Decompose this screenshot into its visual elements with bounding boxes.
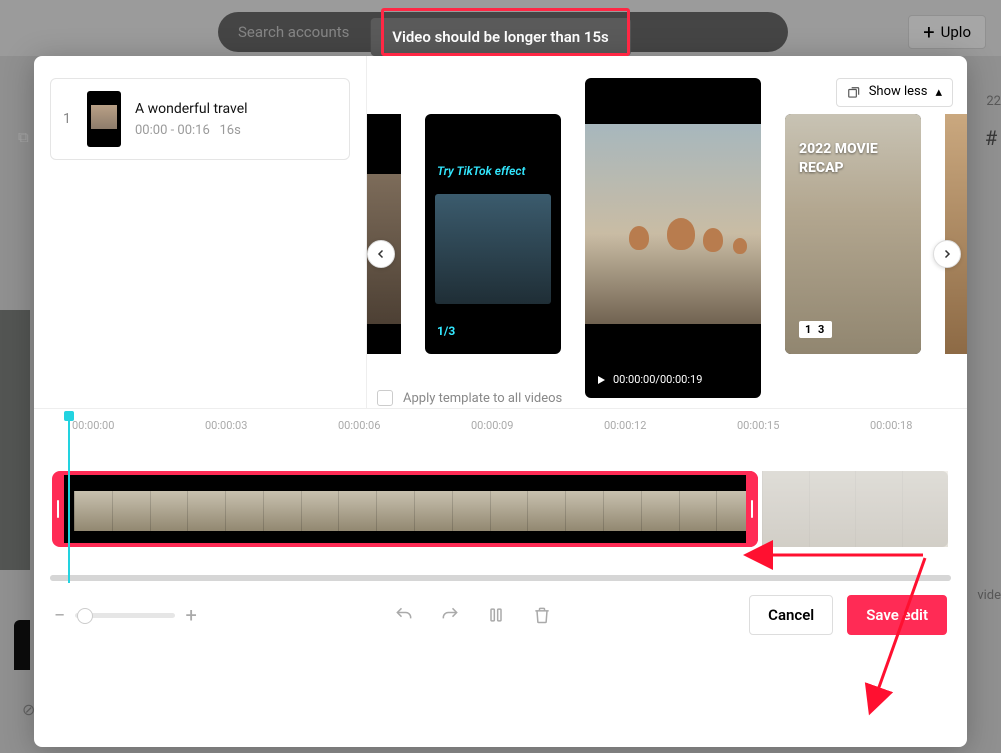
undo-icon[interactable] bbox=[394, 605, 414, 625]
clip-index: 1 bbox=[63, 111, 73, 127]
template-partial-right[interactable] bbox=[945, 114, 967, 354]
split-icon[interactable] bbox=[486, 605, 506, 625]
redo-icon[interactable] bbox=[440, 605, 460, 625]
template-preview: Show less ▴ Try TikTok effect 1/3 bbox=[367, 56, 967, 408]
show-less-label: Show less bbox=[869, 85, 928, 99]
preview-timebar: 00:00:00/00:00:19 bbox=[595, 373, 702, 386]
clip-title: A wonderful travel bbox=[135, 101, 248, 117]
clip-ghost-tail bbox=[762, 471, 948, 547]
template-selected-preview[interactable]: 00:00:00/00:00:19 bbox=[585, 78, 761, 398]
split-editor-modal: 1 A wonderful travel 00:00 - 00:16 16s S… bbox=[34, 56, 967, 747]
trim-handle-right[interactable] bbox=[746, 471, 758, 547]
clip-thumbnail bbox=[87, 91, 121, 147]
template-c-title: 2022 MOVIE RECAP bbox=[799, 140, 911, 178]
apply-template-row[interactable]: Apply template to all videos bbox=[377, 390, 562, 406]
template-a-heading: Try TikTok effect bbox=[437, 164, 525, 178]
time-ruler[interactable]: 00:00:00 00:00:03 00:00:06 00:00:09 00:00:12… bbox=[50, 419, 951, 441]
template-movie-recap[interactable]: 2022 MOVIE RECAP 1 3 bbox=[785, 114, 921, 354]
clip-sidebar: 1 A wonderful travel 00:00 - 00:16 16s bbox=[34, 56, 367, 408]
apply-template-label: Apply template to all videos bbox=[403, 391, 562, 406]
clip-card[interactable]: 1 A wonderful travel 00:00 - 00:16 16s bbox=[50, 78, 350, 160]
play-icon bbox=[595, 374, 607, 386]
trash-icon[interactable] bbox=[532, 605, 552, 625]
ruler-tick: 00:00:12 bbox=[604, 419, 646, 432]
template-a-counter: 1/3 bbox=[437, 324, 455, 338]
ruler-tick: 00:00:18 bbox=[870, 419, 912, 432]
apply-template-checkbox[interactable] bbox=[377, 390, 393, 406]
show-less-toggle[interactable]: Show less ▴ bbox=[836, 78, 953, 107]
templates-next-button[interactable] bbox=[933, 240, 961, 268]
zoom-in-button[interactable]: + bbox=[185, 605, 196, 625]
template-tiktok-effect[interactable]: Try TikTok effect 1/3 bbox=[425, 114, 561, 354]
timeline-scrollbar[interactable] bbox=[50, 575, 951, 581]
caret-up-icon: ▴ bbox=[935, 85, 942, 100]
template-a-art bbox=[435, 194, 551, 304]
toast-warning: Video should be longer than 15s bbox=[370, 18, 631, 56]
playhead[interactable] bbox=[68, 413, 70, 583]
chevron-right-icon bbox=[941, 248, 953, 260]
clip-frames bbox=[74, 491, 754, 531]
save-edit-button[interactable]: Save edit bbox=[847, 595, 947, 635]
ruler-tick: 00:00:03 bbox=[205, 419, 247, 432]
chevron-left-icon bbox=[375, 248, 387, 260]
templates-prev-button[interactable] bbox=[367, 240, 395, 268]
ruler-tick: 00:00:06 bbox=[338, 419, 380, 432]
clip-region[interactable] bbox=[56, 471, 758, 547]
zoom-control: − + bbox=[54, 605, 197, 625]
clip-time: 00:00 - 00:16 16s bbox=[135, 123, 248, 138]
video-track bbox=[50, 471, 951, 547]
template-partial-left[interactable] bbox=[367, 114, 401, 354]
cancel-button[interactable]: Cancel bbox=[749, 595, 833, 635]
timeline-tools bbox=[394, 605, 552, 625]
ruler-tick: 00:00:09 bbox=[471, 419, 513, 432]
zoom-out-button[interactable]: − bbox=[54, 605, 65, 625]
zoom-slider[interactable] bbox=[75, 613, 175, 618]
template-c-counter: 1 3 bbox=[799, 321, 832, 338]
timeline-area: 00:00:00 00:00:03 00:00:06 00:00:09 00:00:12… bbox=[34, 408, 967, 649]
cards-icon bbox=[847, 86, 861, 100]
ruler-tick: 00:00:00 bbox=[72, 419, 114, 432]
trim-handle-left[interactable] bbox=[52, 471, 64, 547]
ruler-tick: 00:00:15 bbox=[737, 419, 779, 432]
